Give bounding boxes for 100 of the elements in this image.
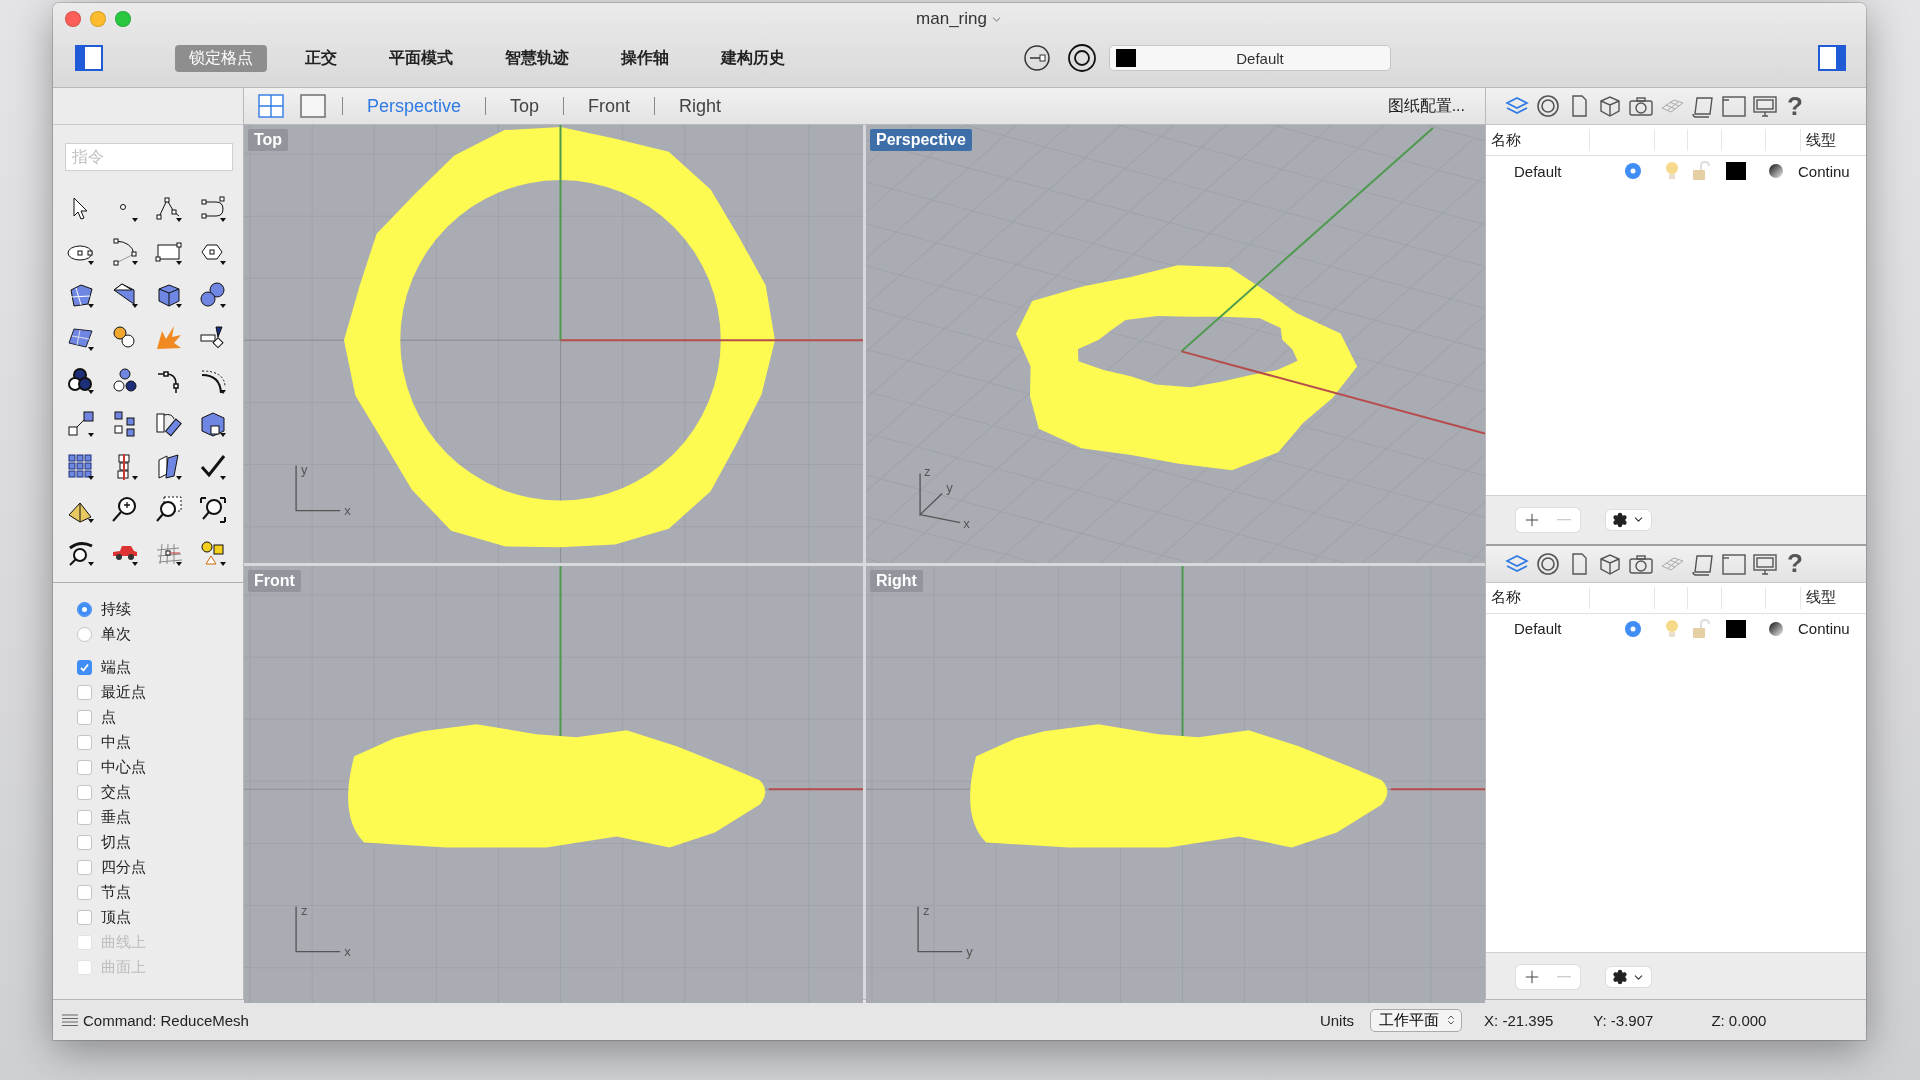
spheres-icon[interactable] [198, 279, 228, 310]
layer-color-swatch[interactable] [1726, 619, 1746, 638]
axis-label: y [966, 943, 973, 959]
panel-tab[interactable] [1752, 94, 1778, 118]
viewport-tab[interactable]: Right [679, 95, 722, 117]
column-header: 线型 [1805, 588, 1836, 608]
material-ball-icon[interactable] [1768, 163, 1784, 179]
circle-icon [1535, 94, 1561, 118]
z-coordinate: Z: 0.000 [1711, 1011, 1767, 1029]
target-icon[interactable] [1067, 43, 1097, 73]
axis-label: x [344, 502, 351, 518]
osnap-checkbox[interactable]: 最近点 [77, 680, 243, 705]
pin-icon[interactable] [1023, 44, 1051, 72]
viewport-tab[interactable]: Top [510, 95, 540, 117]
axis-label: z [923, 902, 930, 918]
panel-tab[interactable] [1690, 94, 1716, 118]
osnap-checkbox[interactable]: 切点 [77, 830, 243, 855]
window-title[interactable]: man_ring [916, 9, 1003, 29]
single-viewport-button[interactable] [300, 94, 326, 118]
units-button[interactable]: Units [1319, 1011, 1355, 1029]
boolean-icon[interactable] [66, 365, 96, 396]
minus-icon [1557, 976, 1571, 979]
axis-label: x [963, 515, 970, 531]
layer-dropdown[interactable]: Default [1109, 45, 1391, 71]
window-icon [1721, 94, 1747, 118]
axis-label: z [924, 463, 931, 479]
window-icon [1721, 551, 1747, 576]
minus-icon [1557, 518, 1571, 521]
toolbar-toggle[interactable]: 智慧轨迹 [491, 44, 583, 72]
menu-icon[interactable] [61, 1013, 79, 1027]
osnap-checkbox[interactable]: 中点 [77, 730, 243, 755]
zoom-extents-icon[interactable] [198, 494, 228, 525]
scale-icon[interactable] [66, 408, 96, 439]
osnap-checkbox[interactable]: 交点 [77, 780, 243, 805]
osnap-checkbox[interactable]: 端点 [77, 655, 243, 680]
panel-tab[interactable] [1721, 551, 1747, 576]
command-field[interactable]: 指令 [65, 143, 233, 171]
radio-option[interactable]: 持续 [77, 597, 243, 622]
osnap-checkbox[interactable]: 四分点 [77, 855, 243, 880]
axis-label: y [301, 461, 308, 477]
sidebar-toggle-icon[interactable] [75, 45, 103, 71]
column-header: 线型 [1805, 130, 1836, 150]
current-layer-icon[interactable] [1624, 162, 1642, 180]
layout-menu-button[interactable]: 图纸配置... [1381, 94, 1471, 118]
command-text: Command: ReduceMesh [83, 1011, 249, 1029]
settings-icon [1612, 969, 1628, 986]
axis-label: y [946, 479, 953, 495]
y-coordinate: Y: -3.907 [1593, 1011, 1654, 1029]
gear-menu-button[interactable] [1606, 967, 1651, 988]
toolbar-toggle[interactable]: 正交 [291, 44, 351, 72]
settings-icon [1612, 511, 1628, 528]
column-header: 名称 [1490, 588, 1521, 608]
viewport[interactable]: Perspective z y x [866, 125, 1485, 563]
viewport-tab[interactable]: Perspective [367, 95, 462, 117]
scroll-icon [1690, 94, 1716, 118]
cplane-dropdown[interactable]: 工作平面 [1370, 1008, 1463, 1032]
viewport-tab[interactable]: Front [588, 95, 631, 117]
camera-icon [1628, 94, 1654, 118]
axis-gizmo-drawing [295, 464, 341, 512]
linetype-text: Continu [1798, 162, 1850, 180]
panel-tab[interactable] [1597, 551, 1623, 576]
axis-label: x [344, 943, 351, 959]
circle-icon [1535, 551, 1561, 576]
monitor-icon [1752, 94, 1778, 118]
panel-tab[interactable] [1628, 94, 1654, 118]
linetype-text: Continu [1798, 620, 1850, 638]
monitor-icon [1752, 551, 1778, 576]
four-viewports-button[interactable] [258, 94, 284, 118]
radio-option[interactable]: 单次 [77, 622, 243, 647]
arc-icon[interactable] [110, 236, 140, 267]
current-layer-icon[interactable] [1624, 619, 1642, 638]
osnap-checkbox[interactable]: 点 [77, 705, 243, 730]
osnap-checkbox[interactable]: 顶点 [77, 905, 243, 930]
material-ball-icon[interactable] [1768, 620, 1784, 637]
x-coordinate: X: -21.395 [1484, 1011, 1554, 1029]
grid-array-icon[interactable] [66, 451, 96, 482]
column-header: 名称 [1490, 130, 1521, 150]
help-button[interactable]: ? [1783, 548, 1803, 580]
layer-name[interactable]: Default [1486, 162, 1622, 180]
panel-tab[interactable] [1535, 551, 1561, 576]
gear-menu-button[interactable] [1606, 509, 1651, 530]
panel-tab[interactable] [1721, 94, 1747, 118]
toolbar-toggle[interactable]: 平面模式 [375, 44, 467, 72]
axis-gizmo-drawing [295, 905, 341, 952]
osnap-checkbox[interactable]: 中心点 [77, 755, 243, 780]
toolbar-toggle[interactable]: 操作轴 [607, 44, 683, 72]
layer-color-swatch[interactable] [1726, 162, 1746, 180]
osnap-checkbox[interactable]: 节点 [77, 880, 243, 905]
help-button[interactable]: ? [1783, 90, 1803, 122]
sidebar-toggle-icon[interactable] [1818, 45, 1846, 71]
toolbar-toggle[interactable]: 建构历史 [707, 44, 799, 72]
curve-icon[interactable] [198, 193, 228, 224]
panel-tab[interactable] [1597, 94, 1623, 118]
cube-icon [1597, 551, 1623, 576]
layer-name[interactable]: Default [1486, 620, 1622, 638]
osnap-checkbox[interactable]: 垂点 [77, 805, 243, 830]
close-button[interactable] [65, 11, 81, 27]
panel-tab[interactable] [1535, 94, 1561, 118]
panel-tab[interactable] [1752, 551, 1778, 576]
viewport-label[interactable]: Perspective [870, 129, 972, 151]
